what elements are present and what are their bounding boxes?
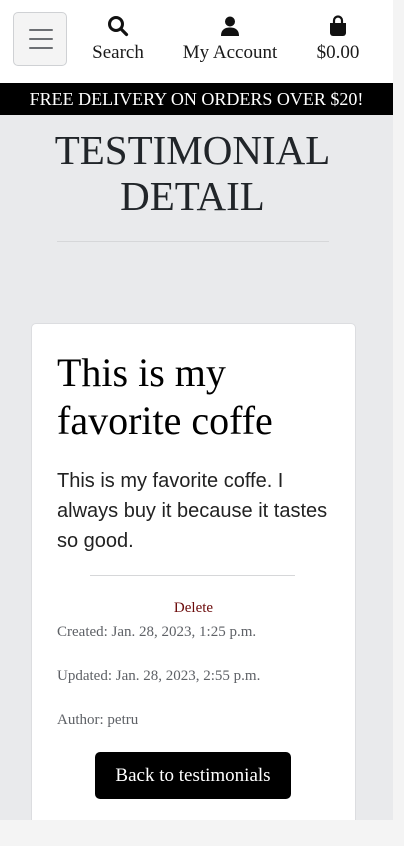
testimonial-title: This is my favorite coffe — [57, 350, 273, 443]
title-divider — [57, 241, 329, 242]
nav-account-label: My Account — [182, 42, 278, 63]
page-title-line2: DETAIL — [120, 173, 265, 219]
menu-toggle-button[interactable] — [13, 12, 67, 66]
nav-search-link[interactable]: Search — [88, 14, 148, 64]
nav-account-link[interactable]: My Account — [178, 14, 282, 64]
delete-link[interactable]: Delete — [32, 600, 355, 617]
hamburger-icon-bar — [29, 38, 53, 40]
created-date: Created: Jan. 28, 2023, 1:25 p.m. — [57, 624, 257, 640]
page-title-line1: TESTIMONIAL — [54, 127, 331, 173]
page: Search My Account $0.00 FREE DELIVERY ON… — [0, 0, 393, 820]
updated-date: Updated: Jan. 28, 2023, 2:55 p.m. — [57, 668, 261, 684]
hamburger-icon-bar — [29, 47, 53, 49]
back-to-testimonials-button[interactable]: Back to testimonials — [95, 752, 291, 799]
testimonial-card: This is my favorite coffe This is my fav… — [31, 323, 356, 820]
card-divider — [90, 575, 295, 576]
page-title: TESTIMONIAL DETAIL — [20, 127, 365, 219]
site-header: Search My Account $0.00 — [0, 0, 393, 83]
shopping-bag-icon — [330, 15, 346, 36]
search-icon — [108, 16, 129, 37]
user-icon — [221, 16, 239, 36]
nav-cart-link[interactable]: $0.00 — [312, 14, 364, 64]
testimonial-body: This is my favorite coffe. I always buy … — [57, 470, 328, 552]
hamburger-icon — [29, 29, 53, 31]
nav-cart-total: $0.00 — [316, 42, 360, 63]
delivery-banner: FREE DELIVERY ON ORDERS OVER $20! — [0, 83, 393, 115]
nav-search-label: Search — [92, 42, 144, 63]
author-name: Author: petru — [57, 712, 139, 728]
